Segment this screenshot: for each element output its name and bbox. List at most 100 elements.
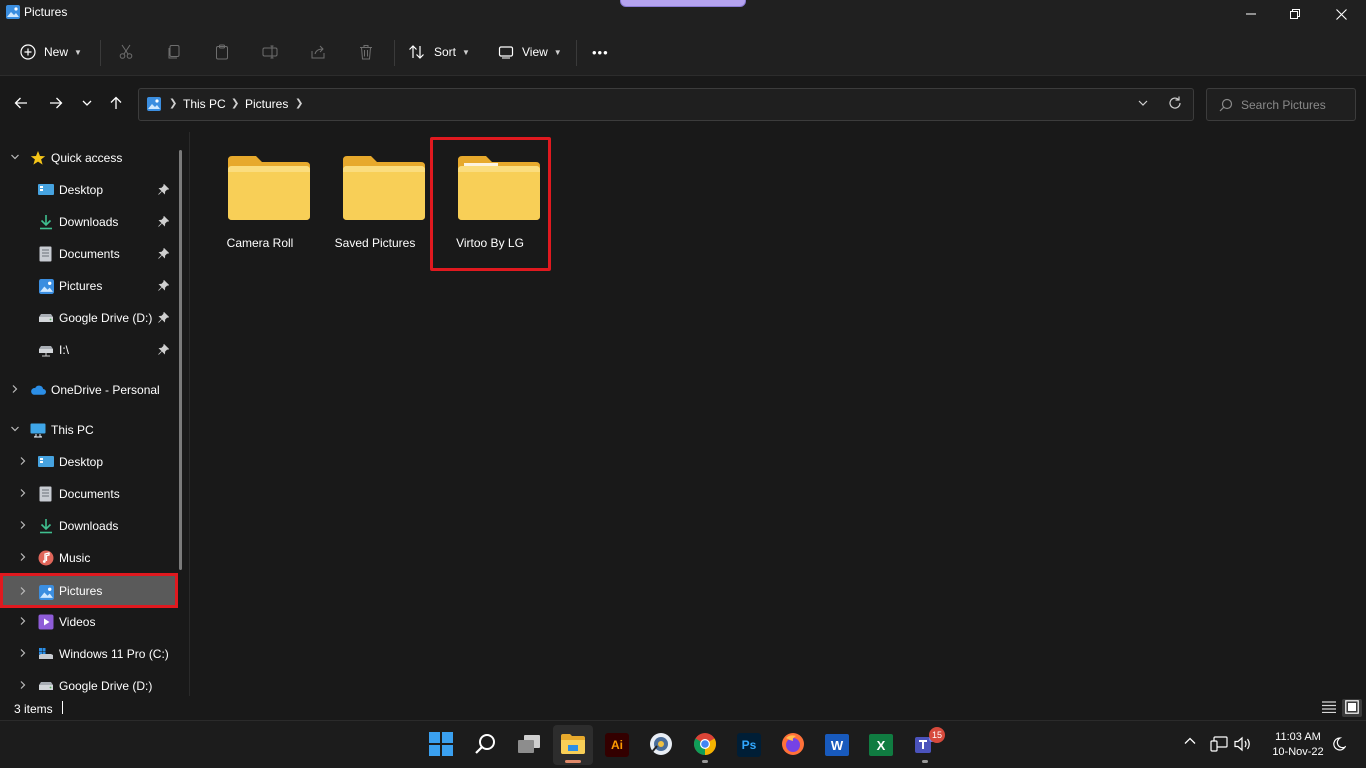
network-icon[interactable] (1210, 736, 1228, 755)
running-indicator (922, 760, 928, 763)
see-more-button[interactable]: ••• (592, 38, 609, 66)
taskbar-file-explorer[interactable] (553, 725, 593, 765)
nav-qa-downloads[interactable]: Downloads (0, 207, 176, 237)
drive-icon (38, 678, 54, 694)
taskbar-word[interactable]: W (817, 725, 857, 765)
back-button[interactable] (9, 92, 33, 116)
copy-button[interactable] (166, 38, 182, 66)
search-box[interactable] (1206, 88, 1356, 121)
chevron-right-icon[interactable] (18, 648, 28, 660)
breadcrumb-pictures[interactable]: Pictures (245, 97, 288, 111)
chevron-right-icon[interactable]: ❯ (295, 98, 303, 109)
nav-qa-google-drive[interactable]: Google Drive (D:) (0, 303, 176, 333)
show-hidden-icons-button[interactable] (1184, 735, 1196, 750)
chevron-right-icon[interactable] (18, 680, 28, 692)
chevron-right-icon[interactable] (18, 586, 28, 598)
clock-date: 10-Nov-22 (1272, 746, 1324, 758)
folder-item[interactable]: Camera Roll (204, 150, 316, 270)
nav-pc-d-drive[interactable]: Google Drive (D:) (0, 671, 176, 696)
chevron-right-icon[interactable] (18, 488, 28, 500)
chevron-right-icon[interactable]: ❯ (231, 98, 239, 109)
pin-icon[interactable] (158, 215, 170, 230)
search-input[interactable] (1241, 96, 1351, 114)
taskbar-photoshop[interactable]: Ps (729, 725, 769, 765)
nav-pc-videos[interactable]: Videos (0, 607, 176, 637)
large-icons-view-button[interactable] (1342, 699, 1362, 717)
details-view-icon (1322, 700, 1336, 716)
sort-button[interactable]: Sort ▼ (408, 38, 470, 66)
pin-icon[interactable] (158, 279, 170, 294)
nav-qa-i-drive[interactable]: I:\ (0, 335, 176, 365)
nav-pc-pictures[interactable]: Pictures (0, 573, 178, 608)
rename-icon (262, 44, 278, 60)
nav-label: Desktop (59, 183, 104, 197)
address-bar[interactable]: ❯ This PC ❯ Pictures ❯ (138, 88, 1194, 121)
chevron-right-icon[interactable] (18, 616, 28, 628)
document-icon (38, 486, 54, 502)
nav-quick-access[interactable]: Quick access (0, 143, 176, 173)
taskbar-excel[interactable]: X (861, 725, 901, 765)
pin-icon[interactable] (158, 343, 170, 358)
nav-pc-documents[interactable]: Documents (0, 479, 176, 509)
nav-pc-downloads[interactable]: Downloads (0, 511, 176, 541)
task-view-button[interactable] (509, 725, 549, 765)
breadcrumb-this-pc[interactable]: This PC (183, 97, 226, 111)
new-button[interactable]: New ▼ (20, 38, 82, 66)
folder-item[interactable]: Saved Pictures (319, 150, 431, 270)
nav-onedrive[interactable]: OneDrive - Personal (0, 375, 176, 405)
chevron-right-icon[interactable] (18, 456, 28, 468)
pictures-icon (38, 584, 54, 600)
navigation-pane: Quick access Desktop Downloads Documents (0, 132, 190, 696)
pin-icon[interactable] (158, 183, 170, 198)
up-button[interactable] (104, 92, 128, 116)
chevron-down-icon[interactable] (10, 152, 20, 164)
focus-assist-icon[interactable] (1332, 737, 1347, 754)
nav-this-pc[interactable]: This PC (0, 415, 176, 445)
system-clock[interactable]: 11:03 AM 10-Nov-22 (1256, 730, 1340, 760)
view-button[interactable]: View ▼ (498, 38, 562, 66)
minimize-button[interactable] (1228, 0, 1274, 28)
arrow-left-icon (14, 96, 28, 113)
recent-locations-button[interactable] (75, 92, 99, 116)
restore-button[interactable] (1272, 0, 1318, 28)
share-button[interactable] (310, 38, 326, 66)
volume-icon[interactable] (1234, 736, 1252, 755)
chevron-down-icon[interactable] (10, 424, 20, 436)
firefox-icon (781, 732, 805, 759)
excel-icon: X (869, 734, 893, 756)
nav-qa-desktop[interactable]: Desktop (0, 175, 176, 205)
folder-name: Camera Roll (226, 236, 294, 250)
paste-button[interactable] (214, 38, 230, 66)
details-view-button[interactable] (1319, 699, 1339, 717)
nav-pc-c-drive[interactable]: Windows 11 Pro (C:) (0, 639, 176, 669)
taskbar-illustrator[interactable]: Ai (597, 725, 637, 765)
nav-pc-music[interactable]: Music (0, 543, 176, 573)
delete-button[interactable] (358, 38, 374, 66)
chevron-right-icon[interactable] (18, 552, 28, 564)
chevron-right-icon[interactable] (10, 384, 20, 396)
chevron-right-icon[interactable] (18, 520, 28, 532)
taskbar-firefox[interactable] (773, 725, 813, 765)
pin-icon[interactable] (158, 311, 170, 326)
nav-qa-documents[interactable]: Documents (0, 239, 176, 269)
rename-button[interactable] (262, 38, 278, 66)
address-history-dropdown[interactable] (1137, 97, 1149, 112)
divider (100, 40, 101, 66)
search-icon (1219, 98, 1233, 115)
refresh-button[interactable] (1167, 95, 1183, 114)
file-list: Camera Roll Saved Pictures Virtoo By LG (191, 132, 1366, 696)
pin-icon[interactable] (158, 247, 170, 262)
forward-button[interactable] (44, 92, 68, 116)
sidebar-scrollbar[interactable] (179, 150, 182, 570)
nav-label: Pictures (59, 583, 103, 598)
nav-pc-desktop[interactable]: Desktop (0, 447, 176, 477)
close-button[interactable] (1318, 0, 1364, 28)
taskbar-teams[interactable]: 15 (905, 725, 945, 765)
taskbar-media-app[interactable] (641, 725, 681, 765)
taskbar: Ai Ps W X 15 11:03 AM 10-Nov-22 (0, 720, 1366, 768)
cut-button[interactable] (118, 38, 134, 66)
nav-qa-pictures[interactable]: Pictures (0, 271, 176, 301)
start-button[interactable] (421, 725, 461, 765)
taskbar-search-button[interactable] (465, 725, 505, 765)
taskbar-chrome[interactable] (685, 725, 725, 765)
